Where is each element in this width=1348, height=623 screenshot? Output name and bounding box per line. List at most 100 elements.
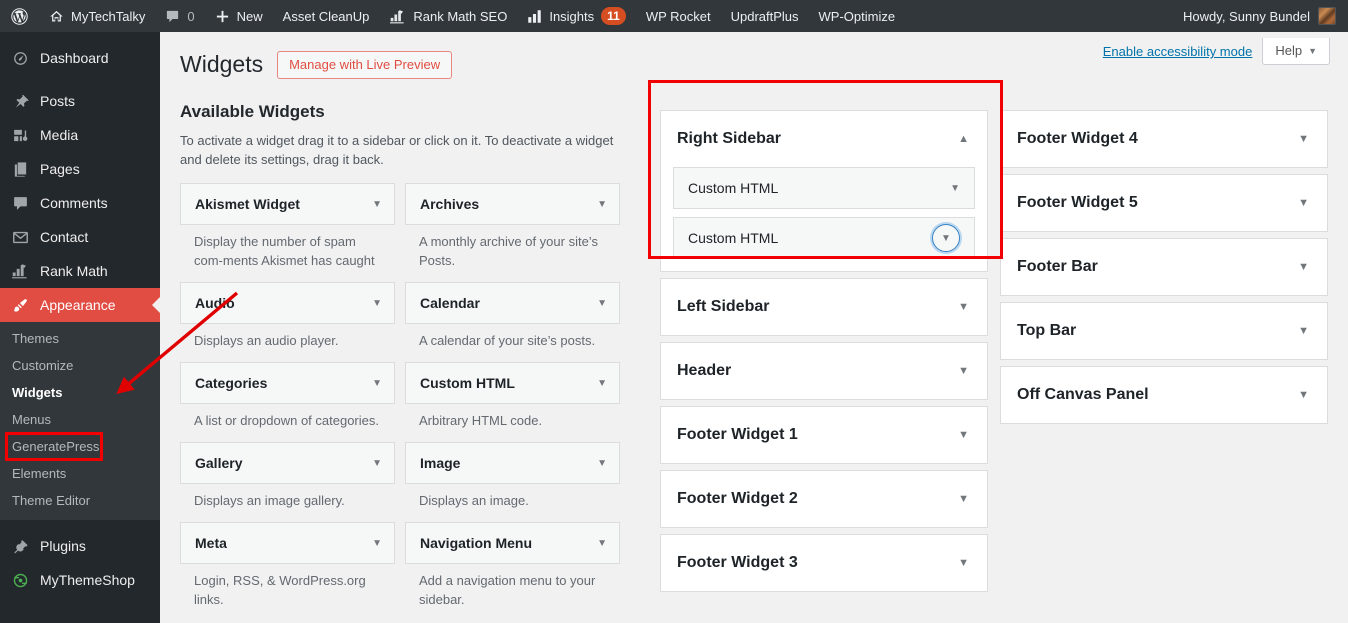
sidebar-title: Footer Widget 5 [1017,194,1138,211]
chevron-down-icon[interactable]: ▼ [1298,261,1309,273]
sidebar-item-label: MyThemeShop [40,572,135,588]
widget-meta[interactable]: Meta ▼ [180,522,395,564]
sidebar-item-menus[interactable]: Menus [0,406,160,433]
widget-name: Akismet Widget [195,196,300,212]
widget-navigation-menu[interactable]: Navigation Menu ▼ [405,522,620,564]
widget-calendar[interactable]: Calendar ▼ [405,282,620,324]
sidebar-item-elements[interactable]: Elements [0,460,160,487]
chevron-down-icon[interactable]: ▼ [597,538,607,549]
sidebar-panel-header[interactable]: Footer Widget 1 ▼ [661,407,987,463]
sidebar-item-appearance[interactable]: Appearance [0,288,160,322]
sidebar-panel-header[interactable]: Off Canvas Panel ▼ [1001,367,1327,423]
widget-card: Audio ▼ Displays an audio player. [180,282,395,356]
sidebar-panel-header[interactable]: Left Sidebar ▼ [661,279,987,335]
menu-separator-2 [0,520,160,529]
right-sidebar-panel: Right Sidebar ▲ Custom HTML ▼ Custom HTM… [660,110,988,272]
right-sidebar-header[interactable]: Right Sidebar ▲ [661,111,987,167]
widget-akismet-widget[interactable]: Akismet Widget ▼ [180,183,395,225]
chevron-down-icon[interactable]: ▼ [597,378,607,389]
enable-accessibility-mode-link[interactable]: Enable accessibility mode [1103,44,1253,59]
chevron-down-icon[interactable]: ▼ [950,183,960,194]
sidebar-item-mythemeshop[interactable]: MyThemeShop [0,563,160,597]
sidebar-panel-off-canvas-panel[interactable]: Off Canvas Panel ▼ [1000,366,1328,424]
adminbar-site-name[interactable]: MyTechTalky [39,0,155,32]
adminbar-wp-rocket[interactable]: WP Rocket [636,0,721,32]
sidebar-item-dashboard[interactable]: Dashboard [0,41,160,75]
sidebar-panel-header[interactable]: Header ▼ [661,343,987,399]
sidebar-item-theme-editor[interactable]: Theme Editor [0,487,160,514]
chevron-down-icon[interactable]: ▼ [372,458,382,469]
sidebar-panel-footer-widget-3[interactable]: Footer Widget 3 ▼ [660,534,988,592]
chevron-down-icon[interactable]: ▼ [372,298,382,309]
expand-widget-button[interactable]: ▼ [932,224,960,252]
sidebar-item-rank-math[interactable]: Rank Math [0,254,160,288]
manage-with-live-preview-button[interactable]: Manage with Live Preview [277,50,453,79]
chevron-down-icon[interactable]: ▼ [1298,133,1309,145]
chevron-down-icon[interactable]: ▼ [372,378,382,389]
sidebar-panel-footer-widget-4[interactable]: Footer Widget 4 ▼ [1000,110,1328,168]
sidebar-panel-header-area[interactable]: Header ▼ [660,342,988,400]
chevron-down-icon[interactable]: ▼ [958,301,969,313]
chevron-down-icon[interactable]: ▼ [597,298,607,309]
adminbar-my-account[interactable]: Howdy, Sunny Bundel [1183,7,1348,25]
widget-image[interactable]: Image ▼ [405,442,620,484]
page-title: Widgets [180,51,264,77]
sidebar-item-generatepress[interactable]: GeneratePress [0,433,160,460]
chevron-down-icon[interactable]: ▼ [372,199,382,210]
chevron-down-icon[interactable]: ▼ [958,429,969,441]
sidebar-item-plugins[interactable]: Plugins [0,529,160,563]
chevron-down-icon[interactable]: ▼ [1298,325,1309,337]
sidebar-panel-header[interactable]: Footer Widget 2 ▼ [661,471,987,527]
widget-audio[interactable]: Audio ▼ [180,282,395,324]
sidebar-item-posts[interactable]: Posts [0,84,160,118]
sidebar-panel-footer-bar[interactable]: Footer Bar ▼ [1000,238,1328,296]
sidebar-panel-header[interactable]: Footer Bar ▼ [1001,239,1327,295]
sidebar-item-contact[interactable]: Contact [0,220,160,254]
chevron-down-icon[interactable]: ▼ [372,538,382,549]
help-button[interactable]: Help ▼ [1262,38,1330,65]
widget-name: Navigation Menu [420,535,533,551]
sidebar-item-widgets[interactable]: Widgets [0,379,160,406]
adminbar-comments[interactable]: 0 [155,0,204,32]
chevron-down-icon[interactable]: ▼ [958,365,969,377]
sidebar-panel-footer-widget-2[interactable]: Footer Widget 2 ▼ [660,470,988,528]
sidebar-item-customize[interactable]: Customize [0,352,160,379]
chevron-down-icon[interactable]: ▼ [1298,197,1309,209]
chevron-up-icon[interactable]: ▲ [958,133,969,145]
adminbar-wordpress-logo[interactable] [0,0,39,32]
adminbar-asset-cleanup[interactable]: Asset CleanUp [273,0,380,32]
widget-archives[interactable]: Archives ▼ [405,183,620,225]
sidebar-panel-top-bar[interactable]: Top Bar ▼ [1000,302,1328,360]
chevron-down-icon[interactable]: ▼ [958,557,969,569]
sidebar-panel-footer-widget-5[interactable]: Footer Widget 5 ▼ [1000,174,1328,232]
adminbar-updraftplus[interactable]: UpdraftPlus [721,0,809,32]
sidebar-panel-header[interactable]: Footer Widget 3 ▼ [661,535,987,591]
adminbar-insights[interactable]: Insights 11 [517,0,636,32]
sidebar-item-comments[interactable]: Comments [0,186,160,220]
chevron-down-icon[interactable]: ▼ [597,458,607,469]
chevron-down-icon[interactable]: ▼ [597,199,607,210]
chevron-down-icon[interactable]: ▼ [958,493,969,505]
sidebar-panel-header[interactable]: Footer Widget 4 ▼ [1001,111,1327,167]
sidebar-item-media[interactable]: Media [0,118,160,152]
widget-gallery[interactable]: Gallery ▼ [180,442,395,484]
chevron-down-icon[interactable]: ▼ [1298,389,1309,401]
widget-description: Display the number of spam com-ments Aki… [194,234,375,268]
adminbar-wp-optimize[interactable]: WP-Optimize [809,0,906,32]
adminbar-rank-math-seo[interactable]: Rank Math SEO [379,0,517,32]
sidebar-item-themes[interactable]: Themes [0,325,160,352]
sidebar-panel-header[interactable]: Footer Widget 5 ▼ [1001,175,1327,231]
paintbrush-icon [10,297,30,314]
assigned-widget-custom-html-1[interactable]: Custom HTML ▼ [673,167,975,209]
adminbar-new-content[interactable]: New [205,0,273,32]
widget-description: A monthly archive of your site’s Posts. [419,234,598,268]
sidebar-panel-left-sidebar[interactable]: Left Sidebar ▼ [660,278,988,336]
widget-categories[interactable]: Categories ▼ [180,362,395,404]
assigned-widget-custom-html-2[interactable]: Custom HTML ▼ [673,217,975,259]
widget-custom-html[interactable]: Custom HTML ▼ [405,362,620,404]
sidebar-panel-header[interactable]: Top Bar ▼ [1001,303,1327,359]
sidebar-panel-footer-widget-1[interactable]: Footer Widget 1 ▼ [660,406,988,464]
sidebar-item-pages[interactable]: Pages [0,152,160,186]
widget-description: Login, RSS, & WordPress.org links. [194,573,366,607]
widget-description: Displays an audio player. [194,333,339,348]
